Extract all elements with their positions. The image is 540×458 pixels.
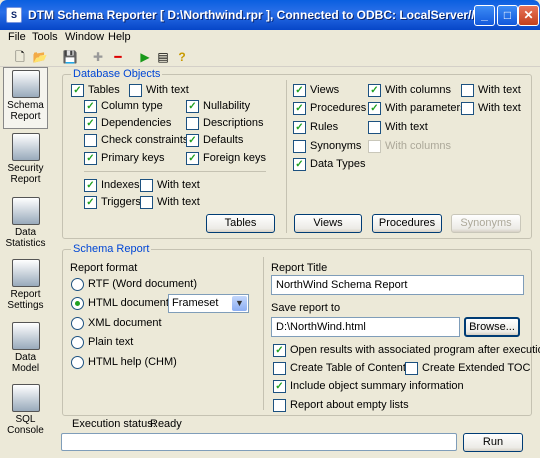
create-toc-checkbox[interactable]: Create Table of Contents	[273, 362, 411, 376]
report-title-label: Report Title	[271, 262, 328, 274]
format-html-radio[interactable]: HTML document	[71, 297, 169, 311]
procedures-with-parameters-checkbox[interactable]: ✓ With parameters	[368, 102, 466, 116]
title-bar: S DTM Schema Reporter [ D:\Northwind.rpr…	[0, 0, 540, 30]
sidebar: Schema Report Security Report Data Stati…	[3, 67, 48, 439]
nav-report-settings[interactable]: Report Settings	[3, 257, 48, 319]
tables-button[interactable]: Tables	[206, 214, 275, 233]
nav-sql-console[interactable]: SQL Console	[3, 382, 48, 444]
report-format-label: Report format	[70, 262, 138, 274]
settings-icon	[11, 259, 40, 287]
dependencies-checkbox[interactable]: ✓ Dependencies	[84, 117, 171, 131]
report-title-input[interactable]: NorthWind Schema Report	[271, 275, 524, 295]
indexes-with-text-checkbox[interactable]: With text	[140, 179, 200, 193]
nav-label: Data Model	[11, 352, 40, 374]
execution-status-label: Execution status:	[72, 418, 156, 430]
include-summary-checkbox[interactable]: ✓ Include object summary information	[273, 380, 464, 394]
data-model-icon	[11, 322, 40, 350]
nav-label: Data Statistics	[5, 227, 46, 249]
minus-icon[interactable]: ━	[110, 49, 126, 65]
format-xml-radio[interactable]: XML document	[71, 317, 162, 331]
html-style-value: Frameset	[172, 297, 219, 309]
app-icon: S	[6, 7, 22, 23]
nav-label: Report Settings	[7, 289, 44, 311]
security-icon	[11, 133, 40, 161]
menu-tools[interactable]: Tools	[32, 31, 58, 43]
views-button[interactable]: Views	[294, 214, 362, 233]
triggers-checkbox[interactable]: ✓ Triggers	[84, 196, 141, 210]
report-empty-lists-checkbox[interactable]: Report about empty lists	[273, 399, 409, 413]
menu-bar: File Tools Window Help	[0, 30, 540, 46]
new-doc-icon[interactable]: 🗋	[12, 49, 28, 65]
format-rtf-radio[interactable]: RTF (Word document)	[71, 278, 197, 292]
synonyms-with-columns-checkbox[interactable]: With columns	[368, 140, 451, 154]
menu-window[interactable]: Window	[65, 31, 104, 43]
close-button[interactable]: ✕	[518, 5, 539, 26]
rules-checkbox[interactable]: ✓ Rules	[293, 121, 338, 135]
procedures-button[interactable]: Procedures	[372, 214, 442, 233]
format-chm-radio[interactable]: HTML help (CHM)	[71, 356, 177, 370]
progress-bar	[61, 433, 457, 451]
question-icon[interactable]: ?	[174, 49, 190, 65]
save-path-input[interactable]: D:\NorthWind.html	[271, 317, 460, 337]
plus-icon[interactable]: ✚	[90, 49, 106, 65]
schema-icon	[11, 70, 40, 98]
chevron-down-icon[interactable]: ▼	[232, 296, 247, 311]
group-title: Schema Report	[71, 243, 152, 255]
rules-with-text-checkbox[interactable]: With text	[368, 121, 428, 135]
html-style-select[interactable]: Frameset ▼	[168, 294, 249, 313]
check-constraints-checkbox[interactable]: Check constraints	[84, 134, 188, 148]
minimize-button[interactable]: _	[474, 5, 495, 26]
open-results-checkbox[interactable]: ✓ Open results with associated program af…	[273, 344, 540, 358]
tables-with-text-checkbox[interactable]: With text	[129, 84, 189, 98]
views-with-text-checkbox[interactable]: With text	[461, 84, 521, 98]
divider	[84, 171, 266, 172]
nav-data-statistics[interactable]: Data Statistics	[3, 195, 48, 257]
triggers-with-text-checkbox[interactable]: With text	[140, 196, 200, 210]
nav-data-model[interactable]: Data Model	[3, 320, 48, 382]
synonyms-button[interactable]: Synonyms	[451, 214, 521, 233]
tables-checkbox[interactable]: ✓ Tables	[71, 84, 120, 98]
views-with-columns-checkbox[interactable]: ✓ With columns	[368, 84, 451, 98]
maximize-button[interactable]: □	[497, 5, 518, 26]
data-types-checkbox[interactable]: ✓ Data Types	[293, 158, 365, 172]
window-title: DTM Schema Reporter [ D:\Northwind.rpr ]…	[28, 8, 493, 22]
defaults-checkbox[interactable]: ✓ Defaults	[186, 134, 243, 148]
group-title: Database Objects	[71, 68, 163, 80]
run-icon[interactable]: ▶	[137, 49, 153, 65]
descriptions-checkbox[interactable]: Descriptions	[186, 117, 264, 131]
menu-file[interactable]: File	[8, 31, 26, 43]
nav-label: Schema Report	[7, 100, 44, 122]
nav-label: Security Report	[7, 163, 44, 185]
procedures-with-text-checkbox[interactable]: With text	[461, 102, 521, 116]
indexes-checkbox[interactable]: ✓ Indexes	[84, 179, 140, 193]
statistics-icon	[11, 197, 40, 225]
procedures-checkbox[interactable]: ✓ Procedures	[293, 102, 366, 116]
nav-schema-report[interactable]: Schema Report	[3, 67, 48, 129]
list-icon[interactable]: ▤	[155, 49, 171, 65]
nullability-checkbox[interactable]: ✓ Nullability	[186, 100, 250, 114]
browse-button[interactable]: Browse...	[464, 317, 520, 337]
nav-security-report[interactable]: Security Report	[3, 131, 48, 193]
execution-status-value: Ready	[150, 418, 182, 430]
primary-keys-checkbox[interactable]: ✓ Primary keys	[84, 152, 165, 166]
group-divider	[286, 80, 287, 233]
save-to-label: Save report to	[271, 302, 341, 314]
synonyms-checkbox[interactable]: Synonyms	[293, 140, 361, 154]
menu-help[interactable]: Help	[108, 31, 131, 43]
create-extended-toc-checkbox[interactable]: Create Extended TOC	[405, 362, 530, 376]
toolbar: 🗋 📂 💾 ✚ ━ ▶ ▤ ?	[0, 46, 540, 67]
folder-icon[interactable]: 📂	[32, 49, 48, 65]
views-checkbox[interactable]: ✓ Views	[293, 84, 339, 98]
save-icon[interactable]: 💾	[62, 49, 78, 65]
column-type-checkbox[interactable]: ✓ Column type	[84, 100, 163, 114]
foreign-keys-checkbox[interactable]: ✓ Foreign keys	[186, 152, 266, 166]
nav-label: SQL Console	[7, 414, 44, 436]
run-button[interactable]: Run	[463, 433, 523, 452]
format-plain-text-radio[interactable]: Plain text	[71, 336, 133, 350]
group-divider	[263, 257, 264, 410]
sql-icon	[11, 384, 40, 412]
